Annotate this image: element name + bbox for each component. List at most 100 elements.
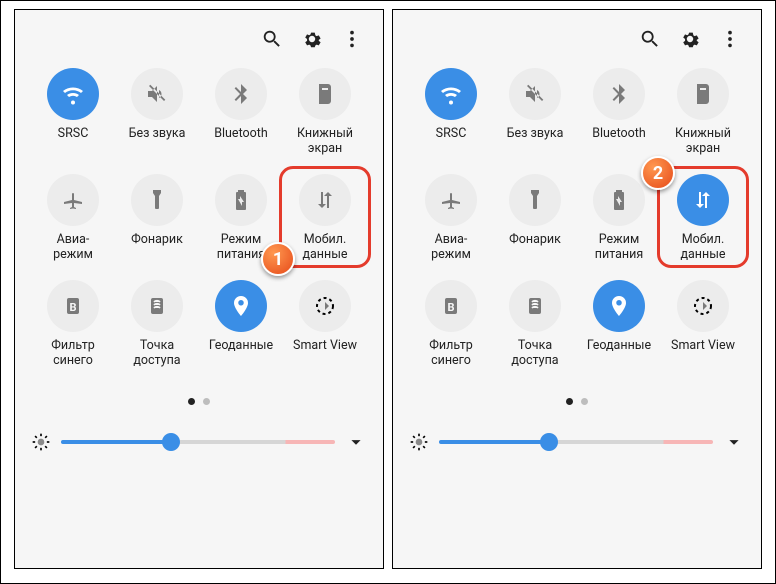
wifi-icon bbox=[439, 82, 463, 106]
tile-label: Bluetooth bbox=[214, 126, 268, 156]
blue-toggle[interactable] bbox=[425, 280, 477, 332]
tile-book[interactable]: Книжный экран bbox=[661, 68, 745, 156]
tile-bluetooth[interactable]: Bluetooth bbox=[577, 68, 661, 156]
pager-dot[interactable] bbox=[188, 398, 195, 405]
battery-icon bbox=[607, 188, 631, 212]
search-icon[interactable] bbox=[639, 28, 661, 50]
smartview-icon bbox=[313, 294, 337, 318]
quick-settings-panel-1: SRSC Без звука Bluetooth Книжный экран А… bbox=[14, 9, 384, 569]
plane-toggle[interactable] bbox=[47, 174, 99, 226]
tile-label: Фонарик bbox=[131, 232, 183, 262]
tile-plane[interactable]: Авиа- режим bbox=[31, 174, 115, 262]
tile-smartview[interactable]: Smart View bbox=[661, 280, 745, 368]
tile-bluetooth[interactable]: Bluetooth bbox=[199, 68, 283, 156]
plane-toggle[interactable] bbox=[425, 174, 477, 226]
more-icon[interactable] bbox=[719, 28, 741, 50]
tile-plane[interactable]: Авиа- режим bbox=[409, 174, 493, 262]
tile-location[interactable]: Геоданные bbox=[577, 280, 661, 368]
battery-toggle[interactable] bbox=[215, 174, 267, 226]
tile-torch[interactable]: Фонарик bbox=[115, 174, 199, 262]
tile-label: Авиа- режим bbox=[431, 232, 471, 262]
tile-book[interactable]: Книжный экран bbox=[283, 68, 367, 156]
bluetooth-toggle[interactable] bbox=[215, 68, 267, 120]
tile-label: Книжный экран bbox=[297, 126, 353, 156]
location-toggle[interactable] bbox=[593, 280, 645, 332]
book-icon bbox=[313, 82, 337, 106]
tile-wifi[interactable]: SRSC bbox=[409, 68, 493, 156]
brightness-thumb[interactable] bbox=[162, 433, 180, 451]
book-icon bbox=[691, 82, 715, 106]
blue-toggle[interactable] bbox=[47, 280, 99, 332]
tile-label: Без звука bbox=[129, 126, 186, 156]
chevron-down-icon[interactable] bbox=[723, 431, 745, 453]
mute-toggle[interactable] bbox=[131, 68, 183, 120]
brightness-slider[interactable] bbox=[439, 440, 713, 444]
pager-dot[interactable] bbox=[566, 398, 573, 405]
blue-icon bbox=[439, 294, 463, 318]
smartview-toggle[interactable] bbox=[677, 280, 729, 332]
bluetooth-toggle[interactable] bbox=[593, 68, 645, 120]
tile-label: Книжный экран bbox=[675, 126, 731, 156]
tile-label: Геоданные bbox=[209, 338, 273, 368]
pager[interactable] bbox=[25, 398, 373, 405]
tile-mute[interactable]: Без звука bbox=[115, 68, 199, 156]
tile-data[interactable]: Мобил. данные2 bbox=[661, 174, 745, 262]
tile-label: SRSC bbox=[436, 126, 467, 156]
hotspot-toggle[interactable] bbox=[509, 280, 561, 332]
tile-blue[interactable]: Фильтр синего bbox=[31, 280, 115, 368]
tile-label: Мобил. данные bbox=[680, 232, 725, 262]
tile-location[interactable]: Геоданные bbox=[199, 280, 283, 368]
tile-label: Smart View bbox=[293, 338, 357, 368]
tile-label: Фонарик bbox=[509, 232, 561, 262]
tile-label: Фильтр синего bbox=[429, 338, 472, 368]
pager-dot[interactable] bbox=[581, 398, 588, 405]
wifi-toggle[interactable] bbox=[425, 68, 477, 120]
chevron-down-icon[interactable] bbox=[345, 431, 367, 453]
mute-icon bbox=[145, 82, 169, 106]
book-toggle[interactable] bbox=[299, 68, 351, 120]
gear-icon[interactable] bbox=[301, 28, 323, 50]
search-icon[interactable] bbox=[261, 28, 283, 50]
brightness-thumb[interactable] bbox=[540, 433, 558, 451]
tile-label: Авиа- режим bbox=[53, 232, 93, 262]
hotspot-toggle[interactable] bbox=[131, 280, 183, 332]
mute-toggle[interactable] bbox=[509, 68, 561, 120]
book-toggle[interactable] bbox=[677, 68, 729, 120]
torch-toggle[interactable] bbox=[509, 174, 561, 226]
tile-mute[interactable]: Без звука bbox=[493, 68, 577, 156]
tile-torch[interactable]: Фонарик bbox=[493, 174, 577, 262]
wifi-icon bbox=[61, 82, 85, 106]
tile-blue[interactable]: Фильтр синего bbox=[409, 280, 493, 368]
data-toggle[interactable] bbox=[299, 174, 351, 226]
more-icon[interactable] bbox=[341, 28, 363, 50]
smartview-toggle[interactable] bbox=[299, 280, 351, 332]
callout-badge: 1 bbox=[261, 242, 295, 276]
smartview-icon bbox=[691, 294, 715, 318]
tile-hotspot[interactable]: Точка доступа bbox=[115, 280, 199, 368]
torch-toggle[interactable] bbox=[131, 174, 183, 226]
pager-dot[interactable] bbox=[203, 398, 210, 405]
bluetooth-icon bbox=[607, 82, 631, 106]
torch-icon bbox=[145, 188, 169, 212]
tile-label: Фильтр синего bbox=[51, 338, 94, 368]
pager[interactable] bbox=[403, 398, 751, 405]
tile-label: Режим питания bbox=[595, 232, 643, 262]
brightness-slider[interactable] bbox=[61, 440, 335, 444]
tile-data[interactable]: Мобил. данные1 bbox=[283, 174, 367, 262]
bluetooth-icon bbox=[229, 82, 253, 106]
tile-label: Точка доступа bbox=[133, 338, 180, 368]
brightness-icon bbox=[31, 432, 51, 452]
tile-label: Геоданные bbox=[587, 338, 651, 368]
tile-wifi[interactable]: SRSC bbox=[31, 68, 115, 156]
tile-label: SRSC bbox=[58, 126, 89, 156]
battery-toggle[interactable] bbox=[593, 174, 645, 226]
location-toggle[interactable] bbox=[215, 280, 267, 332]
blue-icon bbox=[61, 294, 85, 318]
tile-label: Bluetooth bbox=[592, 126, 646, 156]
quick-settings-panel-2: SRSC Без звука Bluetooth Книжный экран А… bbox=[392, 9, 762, 569]
tile-hotspot[interactable]: Точка доступа bbox=[493, 280, 577, 368]
gear-icon[interactable] bbox=[679, 28, 701, 50]
wifi-toggle[interactable] bbox=[47, 68, 99, 120]
tile-smartview[interactable]: Smart View bbox=[283, 280, 367, 368]
data-toggle[interactable] bbox=[677, 174, 729, 226]
